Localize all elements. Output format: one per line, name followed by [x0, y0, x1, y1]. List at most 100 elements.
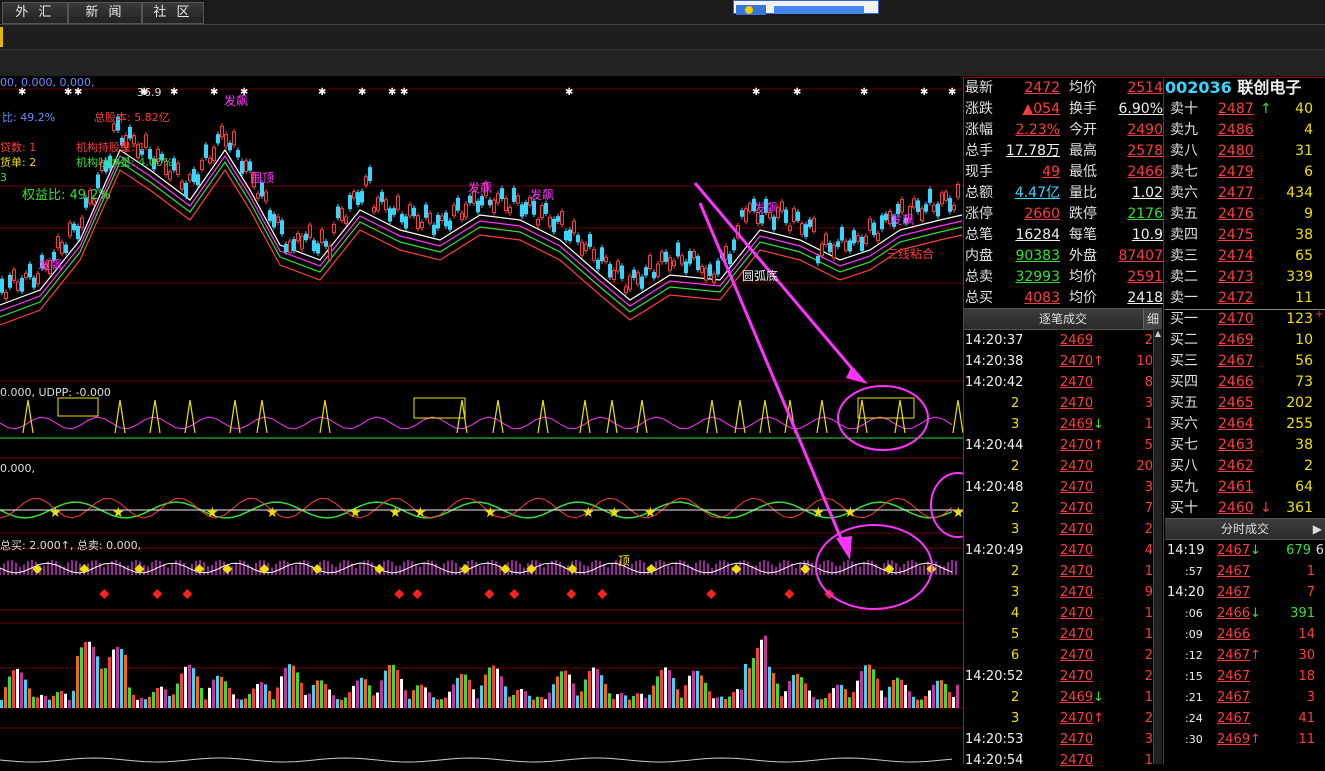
minute-panel-title: 分时成交 — [1220, 522, 1269, 536]
candle-body — [712, 273, 716, 283]
diamond-marker — [706, 589, 717, 599]
tick-row[interactable]: 5 2470 1 — [963, 624, 1161, 645]
candle-body — [436, 214, 440, 229]
volume-bar — [804, 683, 807, 708]
tick-row[interactable]: 14:20:44 2470 ↑ 5 — [963, 435, 1161, 456]
book-volume: 202 — [1286, 395, 1313, 411]
volume-bar — [236, 698, 239, 708]
tick-row[interactable]: 14:20:42 2470 8 — [963, 372, 1161, 393]
tick-row[interactable]: 14:20:52 2470 2 — [963, 666, 1161, 687]
tick-row[interactable]: 2 2470 3 — [963, 393, 1161, 414]
tick-row[interactable]: 14:20:48 2470 3 — [963, 477, 1161, 498]
volume-bar — [624, 695, 627, 708]
quote-label: 总额 — [965, 185, 993, 201]
volume-bar — [144, 699, 147, 708]
bid-row[interactable]: 买八 2462 2 — [1165, 456, 1325, 477]
tick-row[interactable]: 3 2470 9 — [963, 582, 1161, 603]
menu-forex[interactable]: 外 汇 — [2, 2, 68, 24]
minute-row[interactable]: :12 2467 ↑ 30 — [1165, 645, 1325, 666]
tick-time: 2 — [1011, 690, 1020, 705]
tick-price: 2470 — [1060, 396, 1094, 411]
tick-row[interactable]: 14:20:38 2470 ↑ 10 — [963, 351, 1161, 372]
candle-body — [800, 223, 804, 235]
ask-row[interactable]: 卖七 2479 6 — [1165, 162, 1325, 183]
minute-row[interactable]: :09 2466 14 — [1165, 624, 1325, 645]
bid-row[interactable]: 买三 2467 56 — [1165, 351, 1325, 372]
ask-row[interactable]: 卖二 2473 339 — [1165, 267, 1325, 288]
bid-row[interactable]: 买二 2469 10 — [1165, 330, 1325, 351]
ask-row[interactable]: 卖三 2474 65 — [1165, 246, 1325, 267]
candle-body — [344, 216, 348, 224]
volume-bar — [948, 691, 951, 708]
minute-volume: 3 — [1306, 690, 1315, 705]
quote-row: 总手 17.78万 最高 2578 — [963, 141, 1163, 162]
tick-row[interactable]: 2 2469 ↓ 1 — [963, 687, 1161, 708]
kline-chart-area[interactable]: ✱ ✱ ✱ ✱ ✱ ✱ ✱ ✱ ✱ ✱ ✱ ✱ ✱ ✱ ✱ ✱ ✱ ★ ★ ★ ★ ★ ★ ★ ★ ★ ★ ★ ★ ★ ★ 00, 0.00… — [0, 76, 963, 764]
volume-bar — [620, 693, 623, 708]
ask-row[interactable]: 卖八 2480 31 — [1165, 141, 1325, 162]
play-icon[interactable]: ▶ — [1313, 519, 1322, 539]
tick-row[interactable]: 6 2470 2 — [963, 645, 1161, 666]
book-price: 2470 — [1218, 311, 1254, 327]
quote-value: ▲054 — [1022, 101, 1061, 117]
minute-row[interactable]: 14:19 2467 ↓ 679 6 — [1165, 540, 1325, 561]
minute-time: :06 — [1185, 607, 1203, 620]
candle-body — [224, 133, 228, 147]
candle-body — [772, 216, 776, 230]
tick-scrollbar[interactable]: ▲ — [1153, 329, 1162, 764]
candle-body — [632, 269, 636, 279]
tick-row[interactable]: 14:20:54 2470 1 — [963, 750, 1161, 771]
candle-body — [660, 251, 664, 263]
bid-row[interactable]: 买九 2461 64 — [1165, 477, 1325, 498]
tick-row[interactable]: 14:20:37 2469 2 — [963, 330, 1161, 351]
tick-row[interactable]: 2 2470 20 — [963, 456, 1161, 477]
bid-row[interactable]: 买五 2465 202 — [1165, 393, 1325, 414]
ask-row[interactable]: 卖十 2487 ↑ 40 — [1165, 99, 1325, 120]
minute-row[interactable]: :24 2467 41 — [1165, 708, 1325, 729]
tick-row[interactable]: 3 2470 2 — [963, 519, 1161, 540]
candle-body — [516, 195, 520, 204]
tick-row[interactable]: 2 2470 7 — [963, 498, 1161, 519]
candle-body — [936, 203, 940, 217]
tick-row[interactable]: 3 2469 ↓ 1 — [963, 414, 1161, 435]
menu-news[interactable]: 新 闻 — [68, 2, 142, 24]
tick-row[interactable]: 4 2470 1 — [963, 603, 1161, 624]
tick-row[interactable]: 14:20:49 2470 4 — [963, 540, 1161, 561]
ask-row[interactable]: 卖四 2475 38 — [1165, 225, 1325, 246]
ask-row[interactable]: 卖六 2477 434 — [1165, 183, 1325, 204]
bid-row[interactable]: 买七 2463 38 — [1165, 435, 1325, 456]
candle-body — [256, 193, 260, 199]
bid-row[interactable]: 买一 2470 123 — [1165, 309, 1325, 330]
tick-row[interactable]: 3 2470 ↑ 2 — [963, 708, 1161, 729]
volume-bar — [284, 667, 287, 708]
ask-row[interactable]: 卖一 2472 11 — [1165, 288, 1325, 309]
ask-row[interactable]: 卖五 2476 9 — [1165, 204, 1325, 225]
book-volume: 38 — [1295, 227, 1313, 243]
minute-row[interactable]: :06 2466 ↓ 391 — [1165, 603, 1325, 624]
bid-row[interactable]: 买四 2466 73 — [1165, 372, 1325, 393]
book-price: 2479 — [1218, 164, 1254, 180]
quote-label: 最低 — [1069, 164, 1097, 180]
minute-row[interactable]: :21 2467 3 — [1165, 687, 1325, 708]
tick-row[interactable]: 14:20:53 2470 3 — [963, 729, 1161, 750]
menu-community[interactable]: 社 区 — [142, 2, 204, 24]
tick-detail-button[interactable]: 细 — [1143, 309, 1162, 329]
candle-body — [912, 198, 916, 208]
minute-row[interactable]: :30 2469 ↑ 11 — [1165, 729, 1325, 750]
ask-row[interactable]: 卖九 2486 4 — [1165, 120, 1325, 141]
volume-bar — [432, 697, 435, 708]
candle-body — [940, 192, 944, 205]
loan-count-label: 贷数: 1 — [0, 141, 37, 154]
bid-row[interactable]: 买六 2464 255 — [1165, 414, 1325, 435]
bid-row[interactable]: 买十 2460 ↓ 361 — [1165, 498, 1325, 519]
scroll-up-icon[interactable]: ▲ — [1154, 329, 1162, 339]
volume-bar — [612, 698, 615, 708]
minute-row[interactable]: :57 2467 1 — [1165, 561, 1325, 582]
minute-row[interactable]: :15 2467 18 — [1165, 666, 1325, 687]
volume-bar — [176, 683, 179, 708]
minute-row[interactable]: 14:20 2467 7 — [1165, 582, 1325, 603]
tick-row[interactable]: 2 2470 1 — [963, 561, 1161, 582]
volume-bar — [940, 680, 943, 708]
volume-bar — [252, 688, 255, 708]
volume-bar — [132, 694, 135, 708]
